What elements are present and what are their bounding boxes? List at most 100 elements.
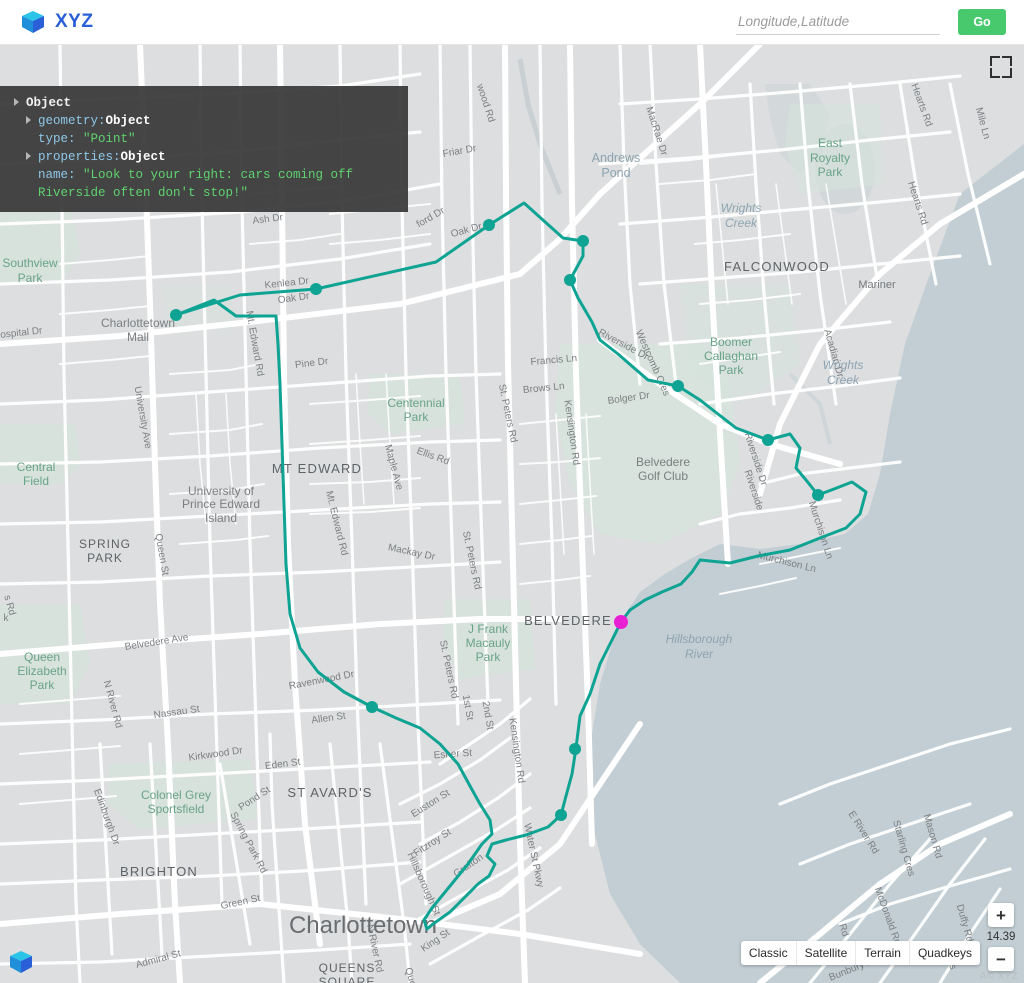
xyz-map-app: XYZ Go (0, 0, 1024, 983)
map-place-label: Macauly (466, 636, 511, 650)
map-place-label: Queen (24, 650, 60, 664)
map-place-label: Mall (127, 330, 149, 344)
map-canvas[interactable]: Friar Dr wood Rd MacRae Dr Westcomb Cres Hea… (0, 44, 1024, 983)
inspector-value: "Point" (83, 132, 136, 146)
zoom-level-readout: 14.39 (986, 931, 1016, 943)
map-place-label: Sportsfield (148, 802, 205, 816)
basemap-style-switcher: Classic Satellite Terrain Quadkeys (740, 941, 980, 965)
inspector-row: type: "Point" (6, 130, 402, 148)
basemap-style-quadkeys[interactable]: Quadkeys (910, 941, 980, 965)
map-place-label: East (818, 136, 843, 150)
point-feature-marker[interactable] (614, 615, 628, 629)
map-place-label: Park (30, 678, 56, 692)
route-vertex-marker[interactable] (672, 380, 684, 392)
map-place-label: Wrights (721, 201, 762, 215)
go-button[interactable]: Go (958, 9, 1006, 35)
inspector-row[interactable]: geometry:Object (6, 112, 402, 130)
fullscreen-corner-tl (990, 56, 1000, 66)
map-place-label: Creek (827, 373, 860, 387)
inspector-row: Riverside often don't stop!" (6, 184, 402, 202)
inspector-key: properties: (38, 150, 121, 164)
map-place-label: Wrights (823, 358, 864, 372)
route-vertex-marker[interactable] (762, 434, 774, 446)
route-vertex-marker[interactable] (310, 283, 322, 295)
zoom-controls: + 14.39 − (986, 903, 1016, 971)
map-place-label: QUEENS (319, 961, 376, 975)
map-place-label: Pond (601, 166, 630, 180)
route-vertex-marker[interactable] (564, 274, 576, 286)
inspector-value: Object (105, 114, 151, 128)
fullscreen-icon[interactable] (990, 56, 1012, 78)
map-place-label: Park (476, 650, 502, 664)
basemap-style-satellite[interactable]: Satellite (797, 941, 857, 965)
map-place-label: Andrews (592, 151, 641, 165)
app-header: XYZ Go (0, 0, 1024, 45)
header-right-group: Go (736, 9, 1006, 35)
route-vertex-marker[interactable] (555, 809, 567, 821)
route-vertex-marker[interactable] (577, 235, 589, 247)
map-attribution[interactable]: A© XYZ (980, 971, 1018, 982)
inspector-value: Object (120, 150, 166, 164)
map-place-label: Royalty (810, 151, 850, 165)
map-place-label: University of (188, 484, 255, 498)
map-place-label: Island (205, 511, 237, 525)
map-place-label: Golf Club (638, 469, 688, 483)
basemap-style-terrain[interactable]: Terrain (856, 941, 910, 965)
map-place-label: Park (719, 363, 745, 377)
inspector-key: geometry: (38, 114, 106, 128)
map-place-label: Prince Edward (182, 497, 260, 511)
coordinate-search-input[interactable] (736, 9, 940, 35)
map-place-label: Park (818, 165, 844, 179)
fullscreen-corner-br (1002, 68, 1012, 78)
disclosure-triangle-icon[interactable] (26, 152, 31, 160)
brand-text: XYZ (55, 11, 94, 32)
map-place-label: Hillsborough (666, 632, 733, 646)
route-vertex-marker[interactable] (170, 309, 182, 321)
map-place-label: ST AVARD'S (287, 785, 372, 800)
map-place-label: MT EDWARD (272, 461, 362, 476)
route-vertex-marker[interactable] (569, 743, 581, 755)
map-place-label: Centennial (387, 396, 444, 410)
disclosure-triangle-icon[interactable] (14, 98, 19, 106)
map-place-label: Charlottetown (101, 316, 175, 330)
zoom-in-button[interactable]: + (988, 903, 1014, 927)
inspector-row[interactable]: properties:Object (6, 148, 402, 166)
map-place-label: Mariner (858, 279, 896, 291)
basemap-style-classic[interactable]: Classic (741, 941, 797, 965)
map-place-label: Callaghan (704, 349, 758, 363)
cube-logo-icon (20, 9, 46, 35)
map-place-label: Park (404, 410, 430, 424)
map-place-label: Central (17, 460, 56, 474)
inspector-key: type: (38, 132, 84, 146)
route-vertex-marker[interactable] (483, 219, 495, 231)
map-place-label: Elizabeth (17, 664, 66, 678)
fullscreen-corner-tr (1002, 56, 1012, 66)
map-place-label: Belvedere (636, 455, 690, 469)
inspector-key: name: (38, 168, 84, 182)
inspector-value-cont: Riverside often don't stop!" (38, 186, 249, 200)
zoom-out-button[interactable]: − (988, 947, 1014, 971)
map-place-label: BRIGHTON (120, 864, 198, 879)
cube-logo-icon[interactable] (8, 949, 34, 975)
feature-inspector-panel: Object geometry:Object type: "Point" proper… (0, 86, 408, 212)
map-place-label: River (685, 647, 714, 661)
map-place-label: Southview (2, 256, 58, 270)
map-place-label: PARK (87, 551, 123, 565)
map-place-label: Boomer (710, 335, 752, 349)
inspector-row[interactable]: Object (6, 94, 402, 112)
map-place-label: SPRING (79, 537, 131, 551)
route-vertex-marker[interactable] (812, 489, 824, 501)
map-place-label: FALCONWOOD (724, 259, 830, 274)
fullscreen-corner-bl (990, 68, 1000, 78)
map-place-label: SQUARE (319, 975, 376, 983)
map-place-label: Park (18, 271, 44, 285)
map-place-label: Charlottetown (289, 912, 437, 939)
map-place-label: BELVEDERE (524, 613, 612, 628)
map-place-label: Field (23, 474, 49, 488)
map-place-label: J Frank (468, 622, 509, 636)
inspector-value: "Look to your right: cars coming off (83, 168, 354, 182)
route-vertex-marker[interactable] (366, 701, 378, 713)
brand[interactable]: XYZ (20, 9, 93, 35)
disclosure-triangle-icon[interactable] (26, 116, 31, 124)
inspector-key: Object (26, 96, 72, 110)
